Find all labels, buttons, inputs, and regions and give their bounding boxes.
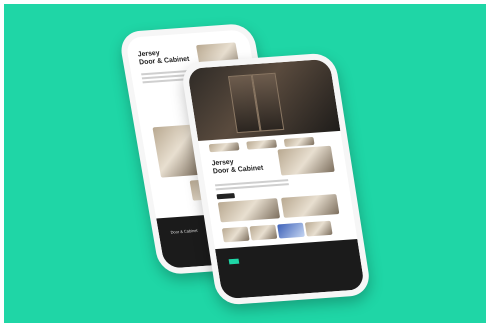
back-title: Jersey Door & Cabinet	[137, 48, 190, 68]
front-footer	[215, 239, 366, 300]
front-feature	[208, 142, 240, 153]
front-title: Jersey Door & Cabinet	[211, 157, 264, 177]
front-feature	[283, 136, 315, 147]
front-kitchen-image	[280, 193, 340, 218]
front-hero-image	[186, 58, 341, 141]
footer-logo	[228, 258, 240, 265]
mockup-scene: Jersey Door & Cabinet Door & Cabinet Jer…	[0, 0, 489, 327]
front-kitchen-image	[217, 198, 281, 223]
front-gallery-image	[304, 220, 333, 237]
front-cta-button[interactable]	[216, 193, 236, 200]
front-phone-screen: Jersey Door & Cabinet	[186, 58, 366, 300]
front-gallery-image	[277, 222, 305, 239]
front-room-image	[277, 145, 335, 176]
front-feature	[246, 139, 278, 150]
front-gallery-image	[221, 226, 250, 243]
back-footer-text: Door & Cabinet	[170, 227, 198, 235]
front-gallery-image	[249, 224, 278, 241]
